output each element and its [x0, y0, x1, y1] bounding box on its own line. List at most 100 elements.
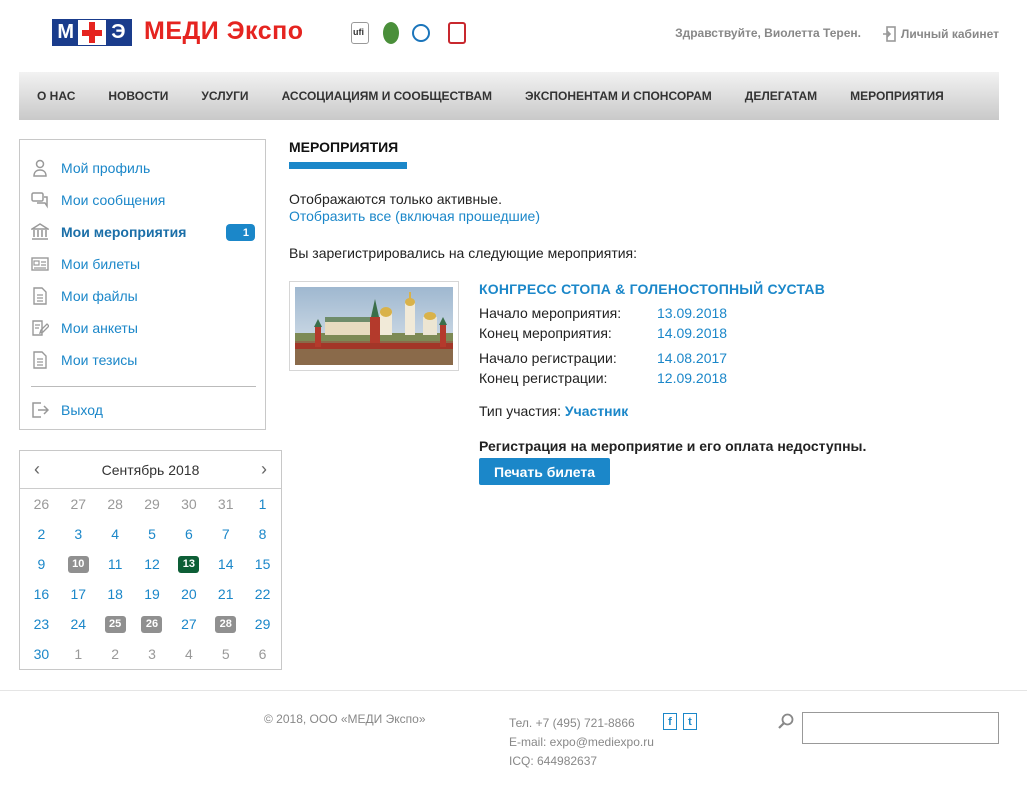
calendar-day[interactable]: 28 [207, 609, 244, 639]
sidebar-item-label: Мои сообщения [61, 192, 166, 208]
calendar-day[interactable]: 15 [244, 549, 281, 579]
nav-item-exhibitors[interactable]: ЭКСПОНЕНТАМ И СПОНСОРАМ [510, 89, 727, 103]
sidebar-item-logout[interactable]: Выход [20, 394, 265, 426]
calendar-day[interactable]: 26 [134, 609, 171, 639]
logo-letter-e: Э [105, 20, 131, 45]
calendar-day[interactable]: 29 [134, 489, 171, 519]
museum-icon [31, 223, 49, 241]
show-all-link[interactable]: Отобразить все (включая прошедшие) [289, 208, 989, 224]
nav-item-news[interactable]: НОВОСТИ [93, 89, 183, 103]
calendar-day[interactable]: 2 [23, 519, 60, 549]
sidebar-item-theses[interactable]: Мои тезисы [20, 344, 265, 376]
logout-icon [31, 401, 49, 419]
calendar-day-event: 10 [67, 555, 89, 573]
event-start-value: 13.09.2018 [657, 305, 728, 321]
search-icon[interactable] [777, 712, 795, 730]
calendar-day[interactable]: 7 [207, 519, 244, 549]
twitter-icon[interactable]: t [683, 713, 697, 730]
cabinet-link[interactable]: Личный кабинет [882, 26, 999, 42]
calendar-day[interactable]: 29 [244, 609, 281, 639]
logo-mark[interactable]: М Э [52, 19, 132, 46]
calendar-day[interactable]: 12 [134, 549, 171, 579]
calendar-day[interactable]: 30 [170, 489, 207, 519]
footer-contacts: Тел. +7 (495) 721-8866 E-mail: expo@medi… [509, 714, 654, 771]
calendar-day[interactable]: 5 [134, 519, 171, 549]
calendar-day[interactable]: 8 [244, 519, 281, 549]
sidebar-item-label: Мои анкеты [61, 320, 138, 336]
brand-name[interactable]: МЕДИ Экспо [144, 17, 303, 46]
sidebar-item-label: Мои билеты [61, 256, 141, 272]
calendar-day[interactable]: 10 [60, 549, 97, 579]
calendar-day[interactable]: 1 [244, 489, 281, 519]
footer-copyright: © 2018, ООО «МЕДИ Экспо» [264, 712, 426, 726]
event-image[interactable] [289, 281, 459, 371]
calendar-day[interactable]: 27 [60, 489, 97, 519]
calendar-day[interactable]: 5 [207, 639, 244, 669]
event-start-label: Начало мероприятия: [479, 305, 622, 321]
event-details: КОНГРЕСС СТОПА & ГОЛЕНОСТОПНЫЙ СУСТАВ На… [479, 281, 979, 485]
calendar-day[interactable]: 26 [23, 489, 60, 519]
cabinet-label: Личный кабинет [900, 27, 999, 41]
print-ticket-button[interactable]: Печать билета [479, 458, 610, 485]
greeting-text: Здравствуйте, Виолетта Терен. [675, 26, 861, 40]
calendar-day[interactable]: 3 [134, 639, 171, 669]
calendar-day[interactable]: 16 [23, 579, 60, 609]
kremlin-photo-icon [295, 287, 453, 365]
calendar-day[interactable]: 2 [97, 639, 134, 669]
event-title-link[interactable]: КОНГРЕСС СТОПА & ГОЛЕНОСТОПНЫЙ СУСТАВ [479, 281, 979, 297]
social-links: f t [663, 713, 697, 730]
sidebar-item-events[interactable]: Мои мероприятия 1 [20, 216, 265, 248]
page-title: МЕРОПРИЯТИЯ [289, 139, 399, 155]
calendar-month-title: Сентябрь 2018 [101, 461, 200, 478]
nav-item-services[interactable]: УСЛУГИ [186, 89, 263, 103]
footer-email[interactable]: E-mail: expo@mediexpo.ru [509, 733, 654, 752]
sidebar-item-profile[interactable]: Мой профиль [20, 152, 265, 184]
event-card: КОНГРЕСС СТОПА & ГОЛЕНОСТОПНЫЙ СУСТАВ На… [289, 281, 989, 491]
nav-item-delegates[interactable]: ДЕЛЕГАТАМ [730, 89, 832, 103]
calendar-day[interactable]: 6 [170, 519, 207, 549]
calendar-day[interactable]: 11 [97, 549, 134, 579]
nav-item-associations[interactable]: АССОЦИАЦИЯМ И СООБЩЕСТВАМ [267, 89, 507, 103]
calendar-day[interactable]: 14 [207, 549, 244, 579]
calendar-day[interactable]: 17 [60, 579, 97, 609]
calendar-day[interactable]: 19 [134, 579, 171, 609]
footer-icq: ICQ: 644982637 [509, 754, 598, 768]
calendar-day[interactable]: 24 [60, 609, 97, 639]
calendar-day[interactable]: 30 [23, 639, 60, 669]
sidebar-item-forms[interactable]: Мои анкеты [20, 312, 265, 344]
partner-logo-ufi [351, 22, 369, 44]
calendar-day[interactable]: 13 [170, 549, 207, 579]
calendar-day[interactable]: 27 [170, 609, 207, 639]
sidebar-item-messages[interactable]: Мои сообщения [20, 184, 265, 216]
facebook-icon[interactable]: f [663, 713, 677, 730]
edit-form-icon [31, 319, 49, 337]
calendar-day[interactable]: 28 [97, 489, 134, 519]
sidebar-item-tickets[interactable]: Мои билеты [20, 248, 265, 280]
calendar-day[interactable]: 3 [60, 519, 97, 549]
calendar-next-icon[interactable]: › [261, 459, 267, 480]
nav-item-about[interactable]: О НАС [22, 89, 90, 103]
reg-end-label: Конец регистрации: [479, 370, 608, 386]
calendar-day[interactable]: 20 [170, 579, 207, 609]
calendar-prev-icon[interactable]: ‹ [34, 459, 40, 480]
calendar-day[interactable]: 9 [23, 549, 60, 579]
events-count-badge: 1 [226, 224, 255, 241]
calendar-day[interactable]: 4 [97, 519, 134, 549]
reg-end-value: 12.09.2018 [657, 370, 728, 386]
reg-start-label: Начало регистрации: [479, 350, 617, 366]
logo-letter-m: М [53, 20, 79, 45]
calendar-day[interactable]: 25 [97, 609, 134, 639]
calendar-day[interactable]: 21 [207, 579, 244, 609]
calendar-day[interactable]: 23 [23, 609, 60, 639]
calendar-day[interactable]: 6 [244, 639, 281, 669]
search-input[interactable] [802, 712, 999, 744]
calendar-day[interactable]: 18 [97, 579, 134, 609]
calendar-day[interactable]: 1 [60, 639, 97, 669]
calendar-day[interactable]: 4 [170, 639, 207, 669]
events-calendar: ‹ Сентябрь 2018 › 26 27 28 29 30 31 1 2 3 4 5 6 7 8 9 1… [19, 450, 282, 670]
logo-cross-icon [78, 20, 106, 45]
nav-item-events[interactable]: МЕРОПРИЯТИЯ [835, 89, 959, 103]
calendar-day[interactable]: 22 [244, 579, 281, 609]
sidebar-item-files[interactable]: Мои файлы [20, 280, 265, 312]
calendar-day[interactable]: 31 [207, 489, 244, 519]
